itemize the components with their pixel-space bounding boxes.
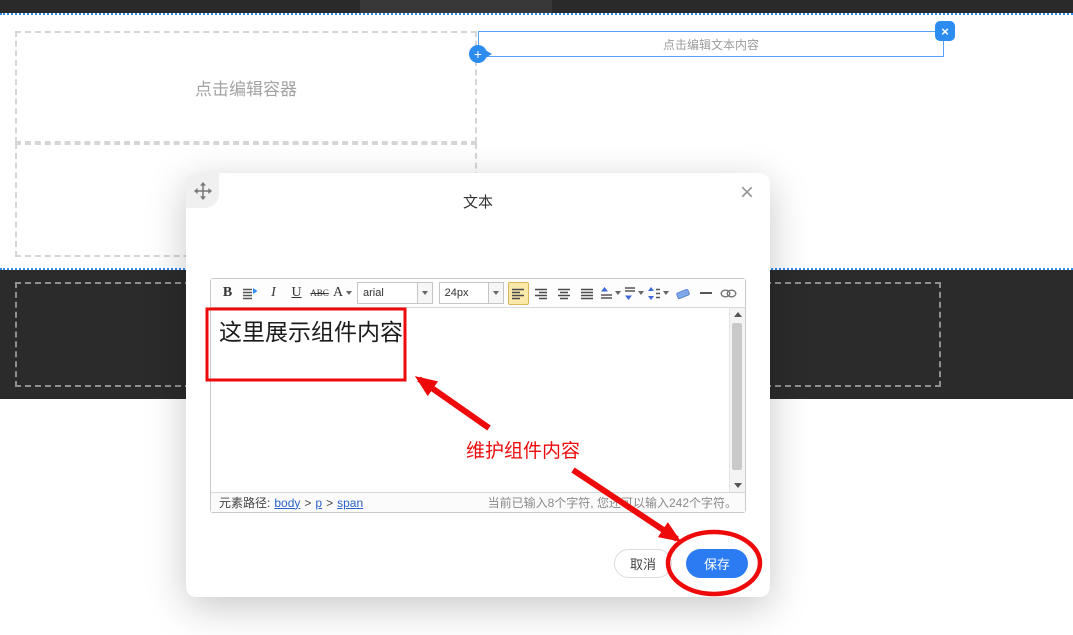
text-edit-dialog: 文本 × 内容编辑 B I U ABC A arial 24px (186, 173, 770, 597)
line-height-icon (648, 287, 660, 300)
path-link-span[interactable]: span (337, 496, 363, 510)
dialog-title: 文本 (186, 191, 770, 212)
align-left-icon (512, 287, 525, 300)
triangle-down-icon (734, 483, 742, 488)
text-element-placeholder: 点击编辑文本内容 (663, 36, 759, 53)
rich-text-editor: B I U ABC A arial 24px (210, 278, 746, 513)
editor-statusbar: 元素路径: body > p > span 当前已输入8个字符, 您还可以输入2… (211, 492, 745, 512)
align-left-button[interactable] (508, 282, 529, 305)
align-center-button[interactable] (554, 282, 575, 305)
triangle-up-icon (734, 312, 742, 317)
underline-button[interactable]: U (286, 282, 307, 305)
link-button[interactable] (718, 282, 739, 305)
indent-icon (243, 287, 258, 300)
container-placeholder-label: 点击编辑容器 (195, 75, 297, 100)
strikethrough-button[interactable]: ABC (309, 282, 330, 305)
justify-icon (581, 287, 594, 300)
paragraph-spacing-top-button[interactable] (600, 282, 622, 305)
scroll-down-button[interactable] (730, 479, 745, 492)
caret-down-icon (346, 291, 352, 295)
link-icon (720, 288, 737, 299)
text-element[interactable]: 点击编辑文本内容 (478, 31, 944, 57)
add-button-pointer (485, 50, 492, 58)
element-path: 元素路径: body > p > span (219, 494, 363, 511)
caret-down-icon (663, 291, 669, 295)
justify-button[interactable] (577, 282, 598, 305)
editor-scrollbar[interactable] (729, 308, 745, 492)
element-path-label: 元素路径: (219, 494, 270, 511)
bold-button[interactable]: B (217, 282, 238, 305)
line-height-button[interactable] (647, 282, 670, 305)
scrollbar-thumb[interactable] (732, 323, 742, 470)
editor-content-text[interactable]: 这里展示组件内容 (211, 308, 745, 357)
container-element[interactable]: 点击编辑容器 (15, 31, 477, 143)
save-button[interactable]: 保存 (686, 549, 748, 578)
path-link-body[interactable]: body (274, 496, 300, 510)
top-section-bar (0, 0, 1073, 13)
dialog-close-button[interactable]: × (740, 181, 754, 205)
caret-down-icon (417, 283, 432, 303)
align-center-icon (558, 287, 571, 300)
top-bar-highlight (360, 0, 552, 13)
path-link-p[interactable]: p (315, 496, 322, 510)
delete-element-button[interactable]: × (935, 21, 955, 41)
horizontal-rule-icon (700, 292, 712, 294)
editor-toolbar: B I U ABC A arial 24px (211, 279, 745, 308)
cancel-button[interactable]: 取消 (614, 549, 672, 578)
section-divider-top (0, 13, 1073, 15)
align-right-icon (535, 287, 548, 300)
remove-format-button[interactable] (672, 282, 693, 305)
caret-down-icon (488, 283, 503, 303)
align-right-button[interactable] (531, 282, 552, 305)
scroll-up-button[interactable] (730, 308, 745, 321)
caret-down-icon (638, 291, 644, 295)
font-family-select[interactable]: arial (357, 282, 433, 304)
eraser-icon (675, 287, 691, 300)
paragraph-spacing-bottom-button[interactable] (624, 282, 646, 305)
caret-down-icon (615, 291, 621, 295)
italic-button[interactable]: I (263, 282, 284, 305)
char-count-label: 当前已输入8个字符, 您还可以输入242个字符。 (488, 494, 737, 511)
paragraph-spacing-bottom-icon (625, 287, 636, 300)
paragraph-spacing-top-icon (601, 287, 612, 300)
font-size-select[interactable]: 24px (439, 282, 504, 304)
indent-button[interactable] (240, 282, 261, 305)
editor-content-area[interactable]: 这里展示组件内容 (211, 308, 745, 492)
font-color-button[interactable]: A (332, 282, 353, 305)
horizontal-rule-button[interactable] (695, 282, 716, 305)
